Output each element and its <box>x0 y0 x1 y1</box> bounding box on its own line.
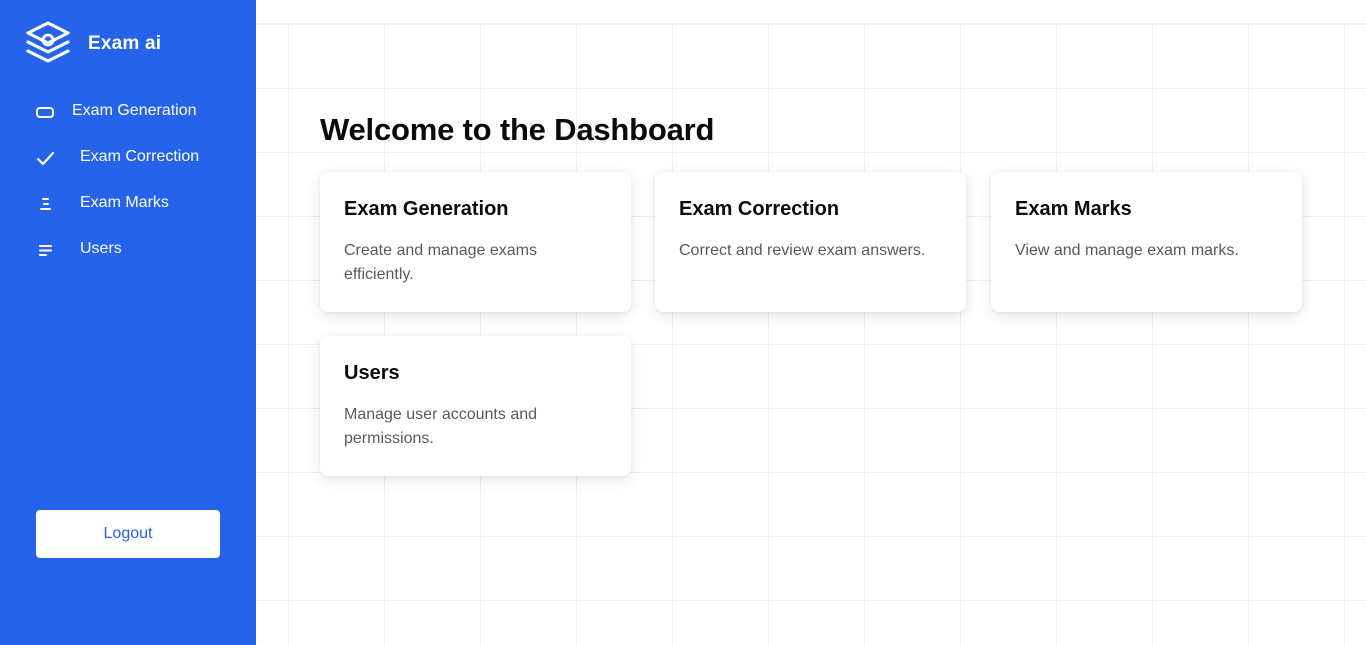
sidebar-item-label: Users <box>80 240 122 257</box>
sidebar: Exam ai Exam Generation Exam Correction … <box>0 0 256 645</box>
card-exam-marks[interactable]: Exam Marks View and manage exam marks. <box>991 172 1302 312</box>
card-description: Create and manage exams efficiently. <box>344 242 537 283</box>
app-name: Exam ai <box>88 33 162 54</box>
rectangle-icon <box>36 107 54 118</box>
card-title: Exam Correction <box>679 198 840 220</box>
sidebar-item-label: Exam Marks <box>80 194 169 211</box>
top-bar <box>256 0 1366 24</box>
card-title: Users <box>344 362 400 384</box>
layers-logo-icon <box>26 21 70 63</box>
card-description: View and manage exam marks. <box>1015 242 1239 259</box>
card-description: Correct and review exam answers. <box>679 242 926 259</box>
card-title: Exam Marks <box>1015 198 1132 220</box>
sidebar-item-exam-generation[interactable]: Exam Generation <box>0 90 256 134</box>
sidebar-item-label: Exam Correction <box>80 148 200 165</box>
sidebar-item-label: Exam Generation <box>72 102 197 119</box>
list-indent-icon <box>40 198 51 210</box>
card-title: Exam Generation <box>344 198 509 220</box>
card-exam-generation[interactable]: Exam Generation Create and manage exams … <box>320 172 631 312</box>
card-users[interactable]: Users Manage user accounts and permissio… <box>320 336 631 476</box>
card-exam-correction[interactable]: Exam Correction Correct and review exam … <box>655 172 966 312</box>
sidebar-item-exam-correction[interactable]: Exam Correction <box>0 136 256 180</box>
sidebar-item-users[interactable]: Users <box>0 228 256 272</box>
brand[interactable]: Exam ai <box>24 20 161 68</box>
check-icon <box>36 151 55 166</box>
card-description: Manage user accounts and permissions. <box>344 406 538 447</box>
sidebar-item-exam-marks[interactable]: Exam Marks <box>0 182 256 226</box>
main-content: Welcome to the Dashboard Exam Generation… <box>256 0 1366 645</box>
logout-button[interactable]: Logout <box>36 510 220 558</box>
page-title: Welcome to the Dashboard <box>320 112 715 147</box>
menu-lines-icon <box>39 245 52 256</box>
